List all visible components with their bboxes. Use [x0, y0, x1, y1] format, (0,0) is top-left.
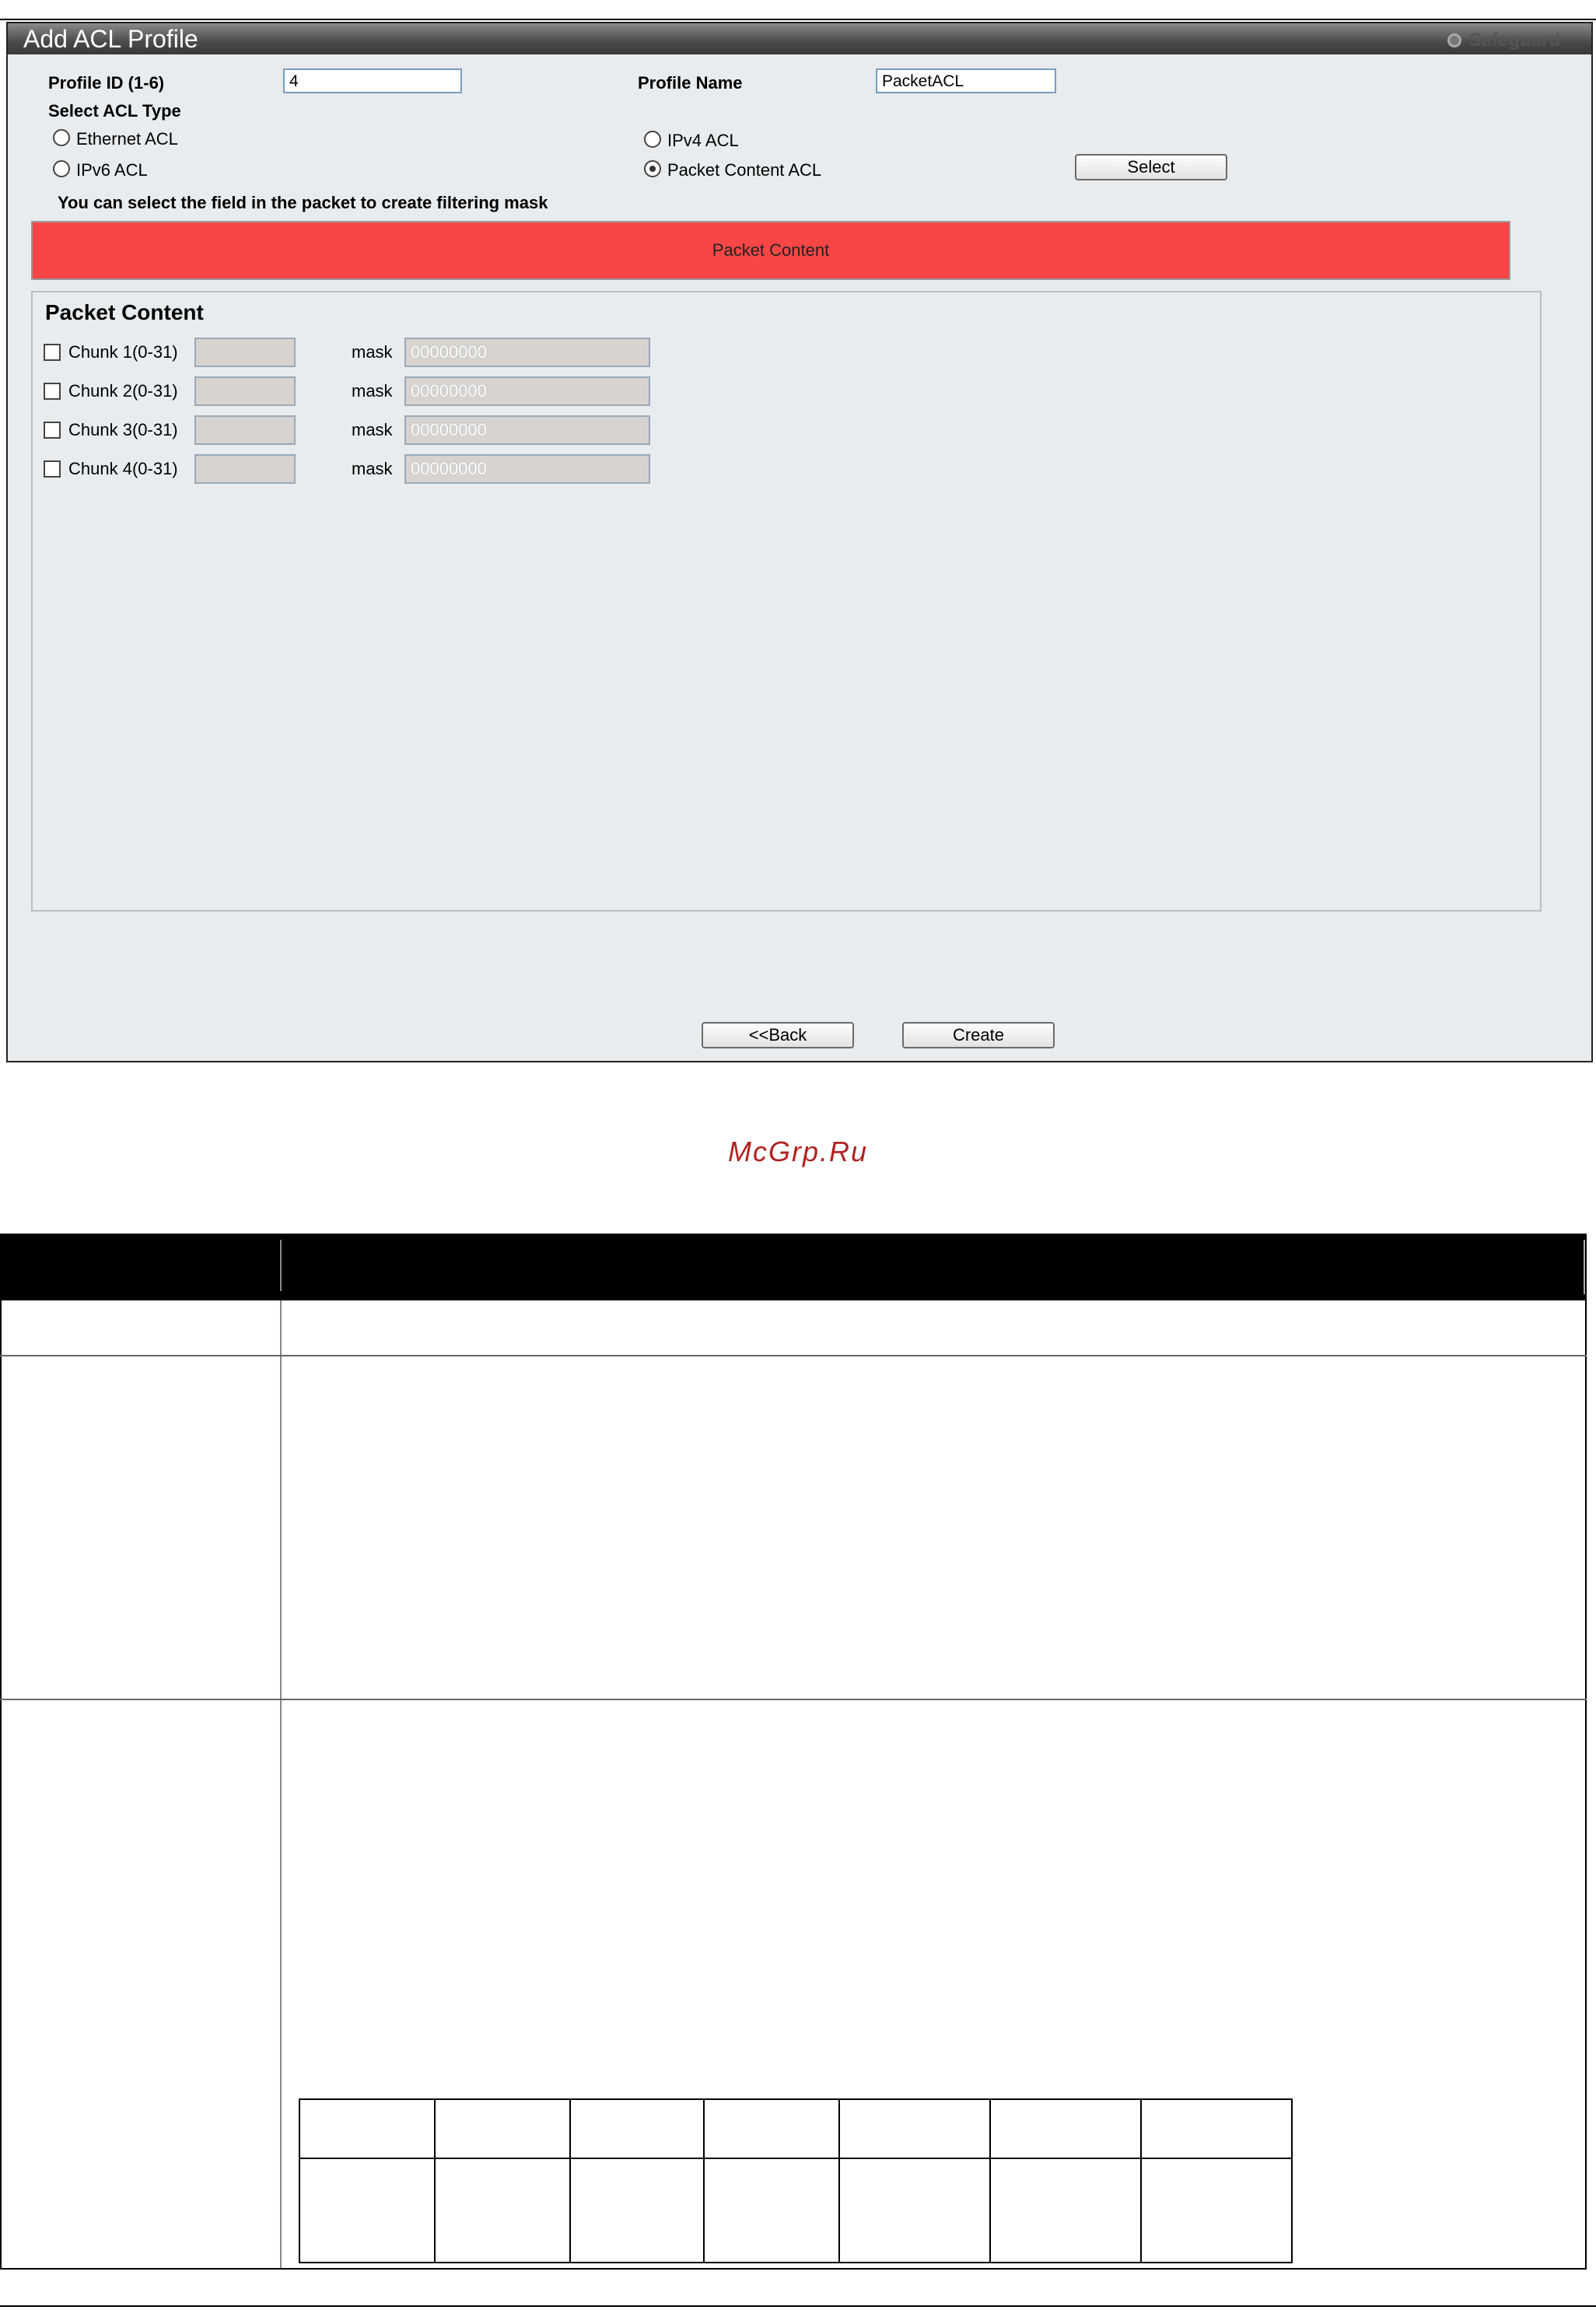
create-button[interactable]: Create: [902, 1022, 1055, 1048]
chunk-4-mask-input[interactable]: 00000000: [404, 454, 650, 484]
back-button[interactable]: <<Back: [702, 1022, 854, 1048]
table-bottom-border: [0, 2268, 1587, 2270]
chunk-3-label: Chunk 3(0-31): [68, 420, 178, 439]
chunk-3-mask-input[interactable]: 00000000: [404, 415, 650, 445]
chunk-4-checkbox[interactable]: [44, 460, 61, 478]
chunk-1-label: Chunk 1(0-31): [68, 342, 178, 362]
packet-content-acl-label: Packet Content ACL: [667, 160, 822, 180]
inner-cell: [838, 2158, 991, 2263]
title-bar: Add ACL Profile Safeguard: [8, 23, 1591, 54]
inner-cell: [703, 2098, 840, 2159]
inner-cell: [434, 2158, 571, 2263]
chunk-2-label: Chunk 2(0-31): [68, 381, 178, 401]
inner-cell: [299, 2098, 436, 2159]
select-button[interactable]: Select: [1075, 154, 1227, 180]
packet-content-bar[interactable]: Packet Content: [31, 221, 1510, 280]
packet-content-title: Packet Content: [45, 300, 204, 324]
profile-id-input[interactable]: 4: [283, 68, 462, 93]
ipv4-acl-label: IPv4 ACL: [667, 131, 739, 150]
chunk-4-offset-input[interactable]: [194, 454, 296, 484]
inner-cell: [299, 2158, 436, 2263]
inner-cell: [434, 2098, 571, 2159]
profile-name-input[interactable]: PacketACL: [876, 68, 1056, 93]
watermark: McGrp.Ru: [727, 1136, 869, 1167]
chunk-4-mask-label: mask: [352, 459, 393, 478]
ipv6-acl-label: IPv6 ACL: [76, 160, 148, 180]
inner-cell: [1140, 2158, 1293, 2263]
header-divider: [280, 1240, 282, 1291]
table-column-divider: [280, 1300, 282, 2270]
table-header: [0, 1234, 1587, 1300]
chunk-1-offset-input[interactable]: [194, 338, 296, 367]
inner-cell: [703, 2158, 840, 2263]
chunk-3-checkbox[interactable]: [44, 422, 61, 439]
chunk-3-mask-label: mask: [352, 420, 393, 439]
inner-cell: [1140, 2098, 1293, 2159]
header-right-edge: [1584, 1240, 1585, 1294]
chunk-2-checkbox[interactable]: [44, 383, 61, 400]
add-acl-profile-window: Add ACL Profile Safeguard Profile ID (1-…: [6, 22, 1593, 1062]
safeguard-label: Safeguard: [1468, 30, 1560, 51]
page-top-rule: [0, 19, 1596, 20]
window-title: Add ACL Profile: [23, 25, 198, 53]
table-row-divider-1: [0, 1355, 1587, 1356]
inner-cell: [569, 2098, 705, 2159]
inner-cell: [989, 2098, 1142, 2159]
chunk-1-checkbox[interactable]: [44, 344, 61, 361]
radio-ipv4-acl[interactable]: [644, 131, 661, 148]
profile-id-label: Profile ID (1-6): [48, 73, 165, 93]
profile-name-label: Profile Name: [638, 73, 743, 93]
chunk-3-offset-input[interactable]: [194, 415, 296, 445]
chunk-2-mask-input[interactable]: 00000000: [404, 376, 650, 406]
chunk-4-label: Chunk 4(0-31): [68, 459, 178, 478]
table-row-divider-2: [0, 1699, 1587, 1700]
table-left-border: [0, 1300, 2, 2270]
chunk-1-mask-input[interactable]: 00000000: [404, 338, 650, 367]
filter-mask-hint: You can select the field in the packet t…: [58, 193, 548, 212]
safeguard-indicator[interactable]: Safeguard: [1447, 30, 1560, 51]
chunk-2-offset-input[interactable]: [194, 376, 296, 406]
radio-ipv6-acl[interactable]: [53, 160, 70, 177]
radio-ethernet-acl[interactable]: [53, 129, 70, 146]
chunk-2-mask-label: mask: [352, 381, 393, 401]
inner-cell: [838, 2098, 991, 2159]
chunk-1-mask-label: mask: [352, 342, 393, 362]
page-bottom-rule: [0, 2305, 1596, 2307]
select-acl-type-label: Select ACL Type: [48, 101, 181, 121]
radio-packet-content-acl[interactable]: [644, 160, 661, 177]
inner-cell: [989, 2158, 1142, 2263]
table-right-border: [1585, 1300, 1587, 2270]
ethernet-acl-label: Ethernet ACL: [76, 129, 178, 149]
safeguard-icon: [1447, 33, 1461, 47]
packet-content-fieldset: Packet Content Chunk 1(0-31) mask 000000…: [31, 291, 1542, 912]
inner-cell: [569, 2158, 705, 2263]
